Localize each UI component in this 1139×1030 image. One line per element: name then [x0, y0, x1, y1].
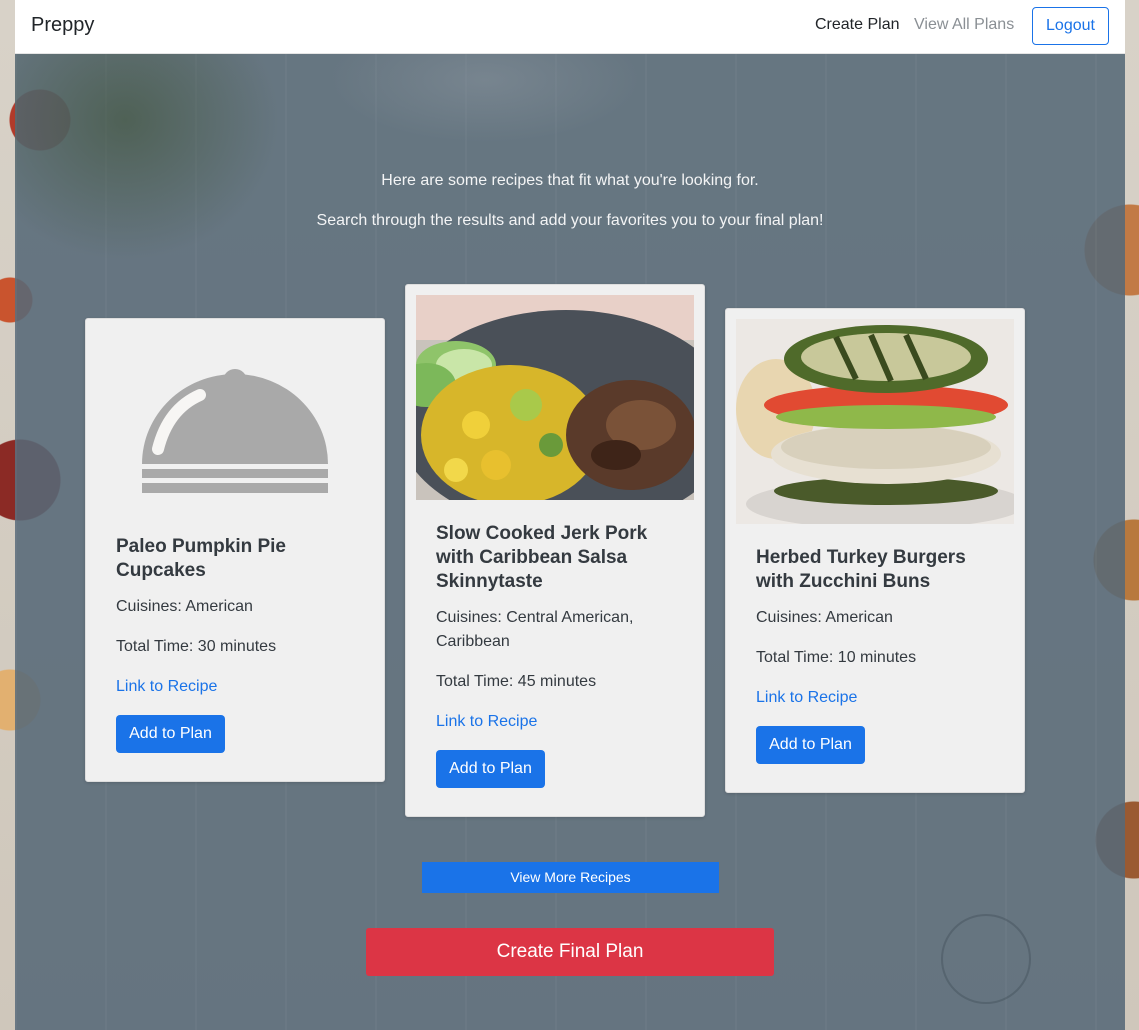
add-to-plan-button[interactable]: Add to Plan	[436, 750, 545, 788]
turkey-burger-photo	[736, 319, 1014, 524]
recipe-title: Paleo Pumpkin Pie Cupcakes	[116, 536, 286, 581]
recipe-card-body: Paleo Pumpkin Pie Cupcakes Cuisines: Ame…	[116, 535, 364, 753]
recipe-card-body: Slow Cooked Jerk Pork with Caribbean Sal…	[436, 522, 684, 788]
recipe-image	[416, 295, 694, 500]
recipe-card: Paleo Pumpkin Pie Cupcakes Cuisines: Ame…	[85, 318, 385, 782]
recipe-image	[736, 319, 1014, 524]
recipe-cuisines: Cuisines: American	[756, 609, 893, 626]
logout-button[interactable]: Logout	[1032, 7, 1109, 45]
create-final-plan-button[interactable]: Create Final Plan	[366, 928, 774, 976]
background-decoration	[941, 914, 1031, 1004]
recipe-total-time: Total Time: 45 minutes	[436, 673, 597, 690]
nav-create-plan[interactable]: Create Plan	[815, 16, 900, 34]
recipe-cuisines: Cuisines: Central American, Caribbean	[436, 609, 634, 650]
recipe-image	[96, 329, 374, 534]
brand-logo[interactable]: Preppy	[31, 14, 94, 37]
recipe-link[interactable]: Link to Recipe	[436, 710, 684, 734]
recipe-link[interactable]: Link to Recipe	[756, 686, 1004, 710]
intro-text: Here are some recipes that fit what you'…	[381, 172, 759, 189]
recipe-link[interactable]: Link to Recipe	[116, 675, 364, 699]
nav-view-all-plans[interactable]: View All Plans	[914, 16, 1014, 34]
recipe-total-time: Total Time: 30 minutes	[116, 638, 277, 655]
recipe-total-time: Total Time: 10 minutes	[756, 649, 917, 666]
add-to-plan-button[interactable]: Add to Plan	[756, 726, 865, 764]
view-more-recipes-button[interactable]: View More Recipes	[422, 862, 719, 893]
jerk-pork-photo	[416, 295, 694, 500]
recipe-cuisines: Cuisines: American	[116, 598, 253, 615]
navbar: Preppy Create Plan View All Plans Logout	[15, 0, 1125, 54]
recipe-card: Slow Cooked Jerk Pork with Caribbean Sal…	[405, 284, 705, 817]
recipe-card-body: Herbed Turkey Burgers with Zucchini Buns…	[756, 546, 1004, 764]
intro-subtext: Search through the results and add your …	[316, 212, 824, 229]
add-to-plan-button[interactable]: Add to Plan	[116, 715, 225, 753]
recipe-title: Herbed Turkey Burgers with Zucchini Buns	[756, 547, 966, 592]
cloche-placeholder-icon	[142, 369, 328, 493]
recipe-card: Herbed Turkey Burgers with Zucchini Buns…	[725, 308, 1025, 793]
recipe-title: Slow Cooked Jerk Pork with Caribbean Sal…	[436, 523, 648, 592]
